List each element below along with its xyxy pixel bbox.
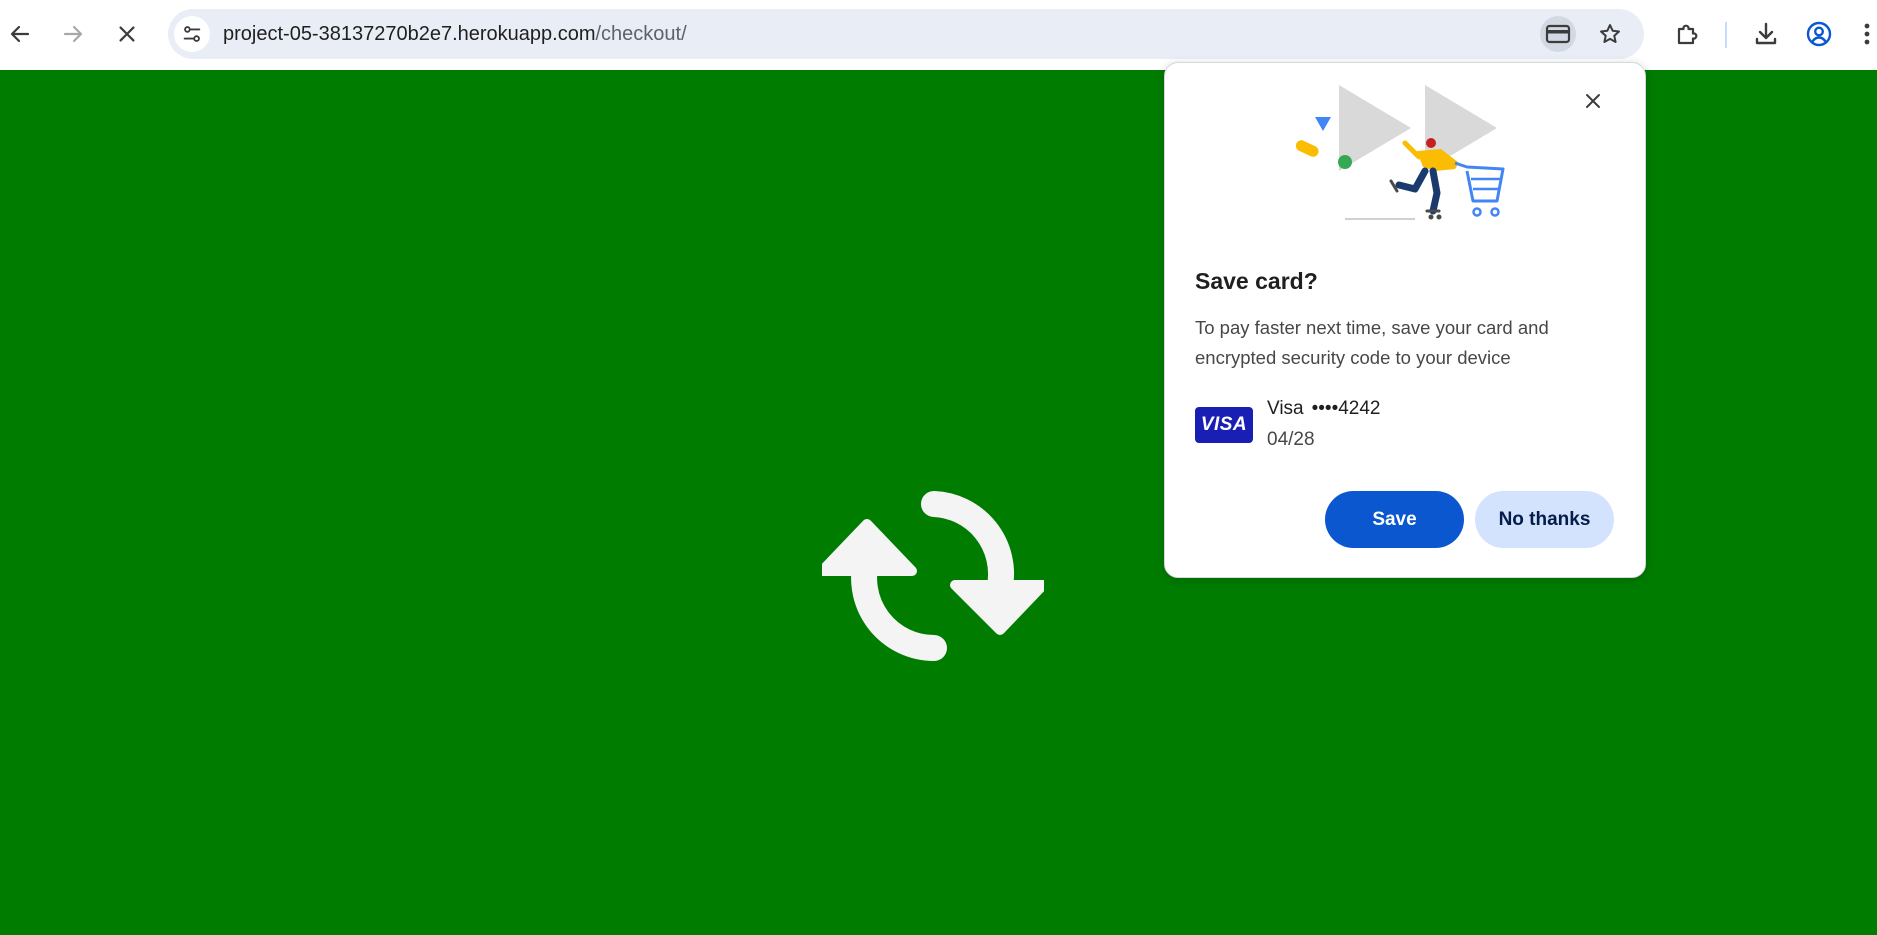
stop-loading-button[interactable] <box>107 14 147 54</box>
kebab-menu-icon <box>1864 23 1870 45</box>
no-thanks-button[interactable]: No thanks <box>1475 491 1614 548</box>
downloads-button[interactable] <box>1746 14 1786 54</box>
puzzle-icon <box>1677 24 1698 45</box>
shopping-illustration <box>1295 85 1505 220</box>
card-summary: Visa ••••4242 <box>1267 398 1381 420</box>
visa-logo: VISA <box>1195 407 1253 443</box>
browser-toolbar: project-05-38137270b2e7.herokuapp.com/ch… <box>0 0 1877 70</box>
url-host: project-05-38137270b2e7.herokuapp.com <box>223 23 596 45</box>
card-number-masked: ••••4242 <box>1311 398 1381 419</box>
url-path: /checkout/ <box>595 23 687 45</box>
dialog-title: Save card? <box>1195 268 1318 294</box>
account-circle-icon <box>1806 21 1832 47</box>
payment-method-button[interactable] <box>1540 16 1576 52</box>
extensions-button[interactable] <box>1667 14 1707 54</box>
url-text[interactable]: project-05-38137270b2e7.herokuapp.com/ch… <box>223 9 687 59</box>
browser-menu-button[interactable] <box>1857 14 1877 54</box>
arrow-left-icon <box>10 25 30 43</box>
credit-card-icon <box>1545 24 1571 44</box>
close-icon <box>119 26 135 42</box>
address-bar[interactable]: project-05-38137270b2e7.herokuapp.com/ch… <box>168 9 1644 59</box>
arrow-right-icon <box>63 25 83 43</box>
star-icon <box>1600 24 1620 43</box>
close-icon <box>1586 94 1600 108</box>
toolbar-divider <box>1725 22 1727 48</box>
back-button[interactable] <box>0 14 40 54</box>
profile-button[interactable] <box>1799 14 1839 54</box>
bookmark-button[interactable] <box>1592 16 1628 52</box>
card-network: Visa <box>1267 398 1304 419</box>
site-info-button[interactable] <box>174 16 210 52</box>
dialog-description: To pay faster next time, save your card … <box>1195 317 1549 368</box>
download-icon <box>1755 22 1777 45</box>
save-card-dialog: Save card? To pay faster next time, save… <box>1164 62 1646 578</box>
save-button[interactable]: Save <box>1325 491 1464 548</box>
forward-button[interactable] <box>53 14 93 54</box>
close-dialog-button[interactable] <box>1575 83 1611 119</box>
tune-icon <box>183 26 201 42</box>
visa-logo-text: VISA <box>1200 414 1248 435</box>
refresh-sync-icon <box>822 491 1044 661</box>
card-expiry: 04/28 <box>1267 429 1315 450</box>
